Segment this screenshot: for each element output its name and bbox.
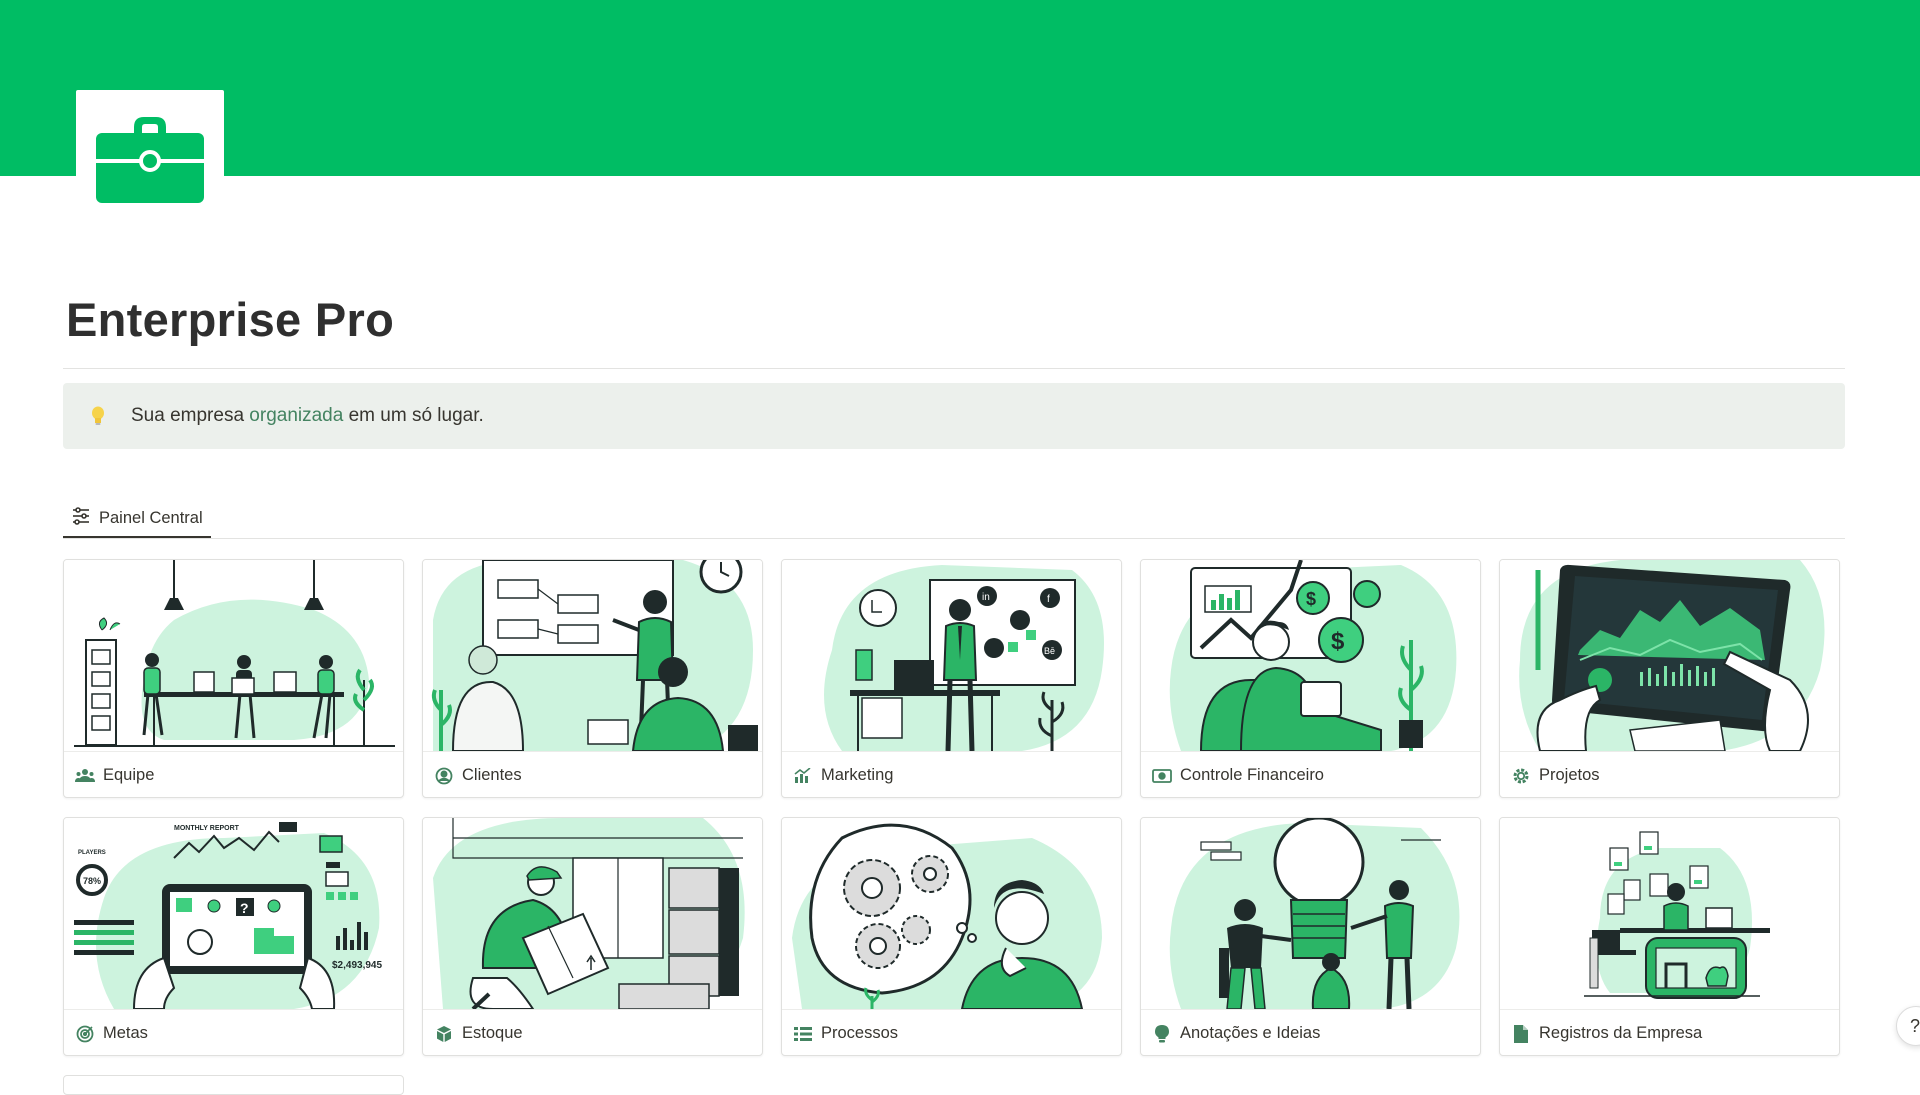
callout-highlight: organizada xyxy=(249,405,344,426)
card-metas[interactable]: MONTHLY REPORT PLAYERS 78% ? $2,493,945 … xyxy=(63,817,404,1056)
briefcase-icon[interactable] xyxy=(76,90,224,228)
user-circle-icon xyxy=(434,766,454,786)
lightbulb-small-icon xyxy=(1152,1024,1172,1044)
illustration-tablet-analytics xyxy=(1500,560,1839,752)
list-icon xyxy=(793,1024,813,1044)
illustration-warehouse-delivery xyxy=(423,818,762,1010)
callout[interactable]: Sua empresa organizada em um só lugar. xyxy=(63,383,1845,449)
lightbulb-icon xyxy=(85,403,111,429)
card-title: Clientes xyxy=(462,766,522,784)
tab-painel-central[interactable]: Painel Central xyxy=(63,500,211,538)
report-amount: $2,493,945 xyxy=(332,960,382,971)
players-label: PLAYERS xyxy=(78,850,106,856)
tab-label: Painel Central xyxy=(99,508,203,527)
card-title: Metas xyxy=(103,1024,148,1042)
card-registros-empresa[interactable]: Registros da Empresa xyxy=(1499,817,1840,1056)
card-title: Controle Financeiro xyxy=(1180,766,1324,784)
card-estoque[interactable]: Estoque xyxy=(422,817,763,1056)
card-title: Anotações e Ideias xyxy=(1180,1024,1321,1042)
card-marketing[interactable]: in f Bē Marketing xyxy=(781,559,1122,798)
svg-text:Bē: Bē xyxy=(1044,646,1055,656)
illustration-office-team xyxy=(64,560,403,752)
target-icon xyxy=(75,1024,95,1044)
card-partial[interactable] xyxy=(63,1075,404,1095)
tab-divider xyxy=(63,538,1845,539)
card-title: Equipe xyxy=(103,766,155,784)
svg-text:$: $ xyxy=(1306,589,1316,609)
card-controle-financeiro[interactable]: $ $ Controle Financeiro xyxy=(1140,559,1481,798)
card-title: Marketing xyxy=(821,766,894,784)
illustration-records-desk xyxy=(1500,818,1839,1010)
callout-text: Sua empresa organizada em um só lugar. xyxy=(131,405,484,426)
card-processos[interactable]: Processos xyxy=(781,817,1122,1056)
card-title: Registros da Empresa xyxy=(1539,1024,1703,1042)
card-title: Projetos xyxy=(1539,766,1600,784)
players-percent: 78% xyxy=(83,876,101,886)
illustration-big-idea xyxy=(1141,818,1480,1010)
card-equipe[interactable]: Equipe xyxy=(63,559,404,798)
document-icon xyxy=(1511,1024,1531,1044)
card-title: Processos xyxy=(821,1024,899,1042)
svg-text:f: f xyxy=(1047,594,1050,605)
illustration-thinking-gears xyxy=(782,818,1121,1010)
help-button[interactable]: ? xyxy=(1896,1006,1920,1046)
card-anotacoes-ideias[interactable]: Anotações e Ideias xyxy=(1140,817,1481,1056)
illustration-social-media-board: in f Bē xyxy=(782,560,1121,752)
chart-icon xyxy=(793,766,813,786)
gear-icon xyxy=(1511,766,1531,786)
help-label: ? xyxy=(1910,1015,1920,1036)
card-title: Estoque xyxy=(462,1024,523,1042)
illustration-client-presentation xyxy=(423,560,762,752)
svg-text:in: in xyxy=(982,592,990,603)
card-clientes[interactable]: Clientes xyxy=(422,559,763,798)
gallery: Equipe Clientes in f Bē Marketing $ $ Co… xyxy=(63,559,1847,1075)
svg-text:$: $ xyxy=(1331,628,1345,655)
illustration-finance-growth: $ $ xyxy=(1141,560,1480,752)
money-icon xyxy=(1152,766,1172,786)
page-title[interactable]: Enterprise Pro xyxy=(66,292,394,347)
illustration-monthly-report: MONTHLY REPORT PLAYERS 78% ? $2,493,945 xyxy=(64,818,403,1010)
svg-text:?: ? xyxy=(240,900,249,916)
sliders-icon xyxy=(71,506,91,531)
page-cover[interactable] xyxy=(0,0,1920,176)
gallery-row: MONTHLY REPORT PLAYERS 78% ? $2,493,945 … xyxy=(63,817,1847,1056)
report-title-text: MONTHLY REPORT xyxy=(174,825,240,832)
box-icon xyxy=(434,1024,454,1044)
team-icon xyxy=(75,766,95,786)
title-divider xyxy=(63,368,1845,369)
gallery-row: Equipe Clientes in f Bē Marketing $ $ Co… xyxy=(63,559,1847,798)
card-projetos[interactable]: Projetos xyxy=(1499,559,1840,798)
